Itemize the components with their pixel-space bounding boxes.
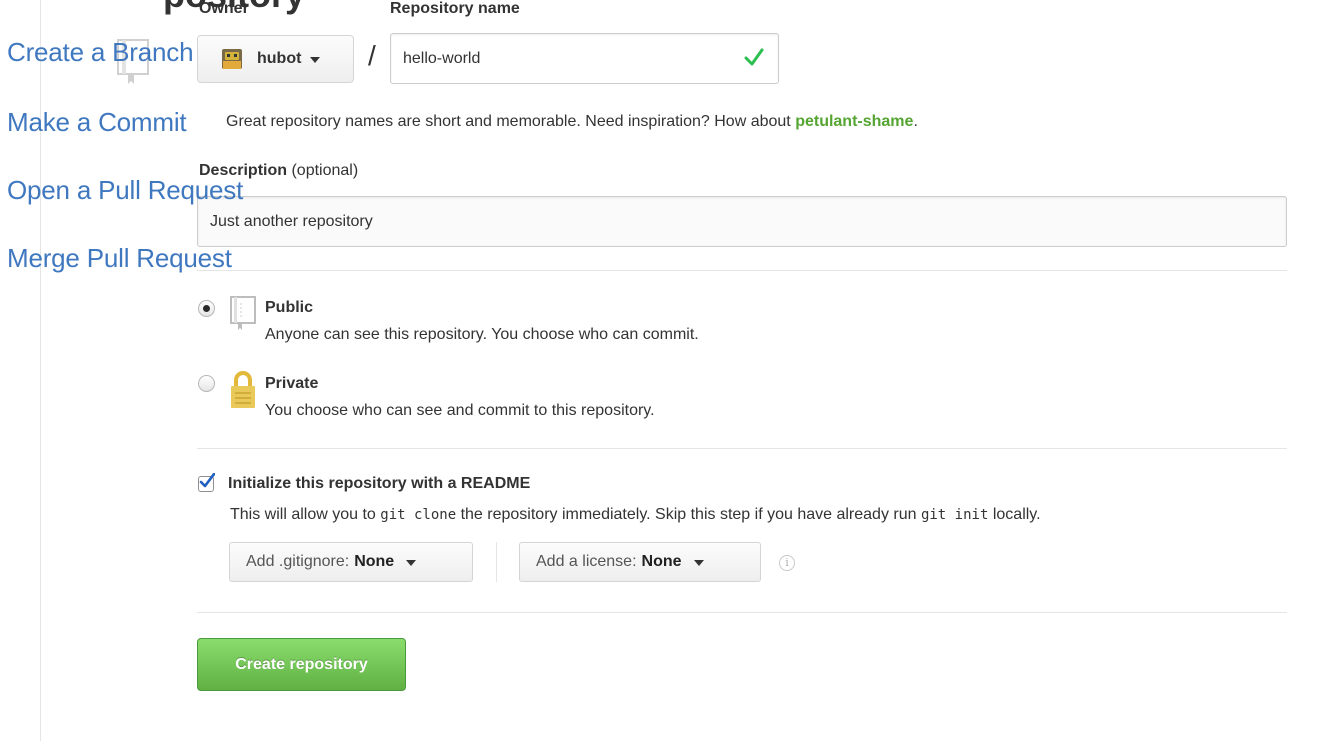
select-divider xyxy=(496,542,497,582)
private-title: Private xyxy=(265,375,319,392)
caret-down-icon xyxy=(693,560,704,566)
repo-name-label: Repository name xyxy=(390,0,520,17)
init-readme-checkbox[interactable] xyxy=(198,473,215,492)
public-description: Anyone can see this repository. You choo… xyxy=(265,326,699,343)
private-description: You choose who can see and commit to thi… xyxy=(265,402,655,419)
checkmark-icon xyxy=(199,473,215,488)
nav-open-pull-request[interactable]: Open a Pull Request xyxy=(7,175,243,206)
lock-icon xyxy=(231,371,255,408)
name-suggestion-link[interactable]: petulant-shame xyxy=(795,113,913,130)
owner-name: hubot xyxy=(257,50,302,67)
checkmark-icon xyxy=(744,48,764,66)
owner-dropdown[interactable]: hubot xyxy=(197,35,354,83)
nav-make-commit[interactable]: Make a Commit xyxy=(7,107,187,138)
description-input[interactable] xyxy=(197,196,1287,247)
public-title: Public xyxy=(265,299,314,316)
create-repository-button[interactable]: Create repository xyxy=(197,638,406,691)
repo-name-input[interactable] xyxy=(390,33,779,84)
divider xyxy=(197,270,1287,271)
init-readme-title: Initialize this repository with a README xyxy=(228,475,531,492)
init-readme-description: This will allow you to git clone the rep… xyxy=(230,506,1041,523)
info-icon[interactable]: i xyxy=(779,555,795,571)
gitignore-select[interactable]: Add .gitignore: None xyxy=(229,542,473,582)
private-radio[interactable] xyxy=(198,375,215,392)
git-init-code: git init xyxy=(920,507,989,523)
nav-merge-pull-request[interactable]: Merge Pull Request xyxy=(7,243,232,274)
git-clone-code: git clone xyxy=(380,507,457,523)
owner-repo-separator: / xyxy=(368,40,376,71)
name-hint: Great repository names are short and mem… xyxy=(226,113,918,130)
divider xyxy=(197,612,1287,613)
caret-down-icon xyxy=(310,57,321,63)
owner-label: Owner xyxy=(199,0,249,17)
owner-avatar xyxy=(222,49,242,69)
public-repo-icon xyxy=(230,296,256,330)
caret-down-icon xyxy=(406,560,417,566)
public-radio[interactable] xyxy=(198,300,215,317)
divider xyxy=(197,448,1287,449)
nav-create-branch[interactable]: Create a Branch xyxy=(7,37,194,68)
license-select[interactable]: Add a license: None xyxy=(519,542,761,582)
